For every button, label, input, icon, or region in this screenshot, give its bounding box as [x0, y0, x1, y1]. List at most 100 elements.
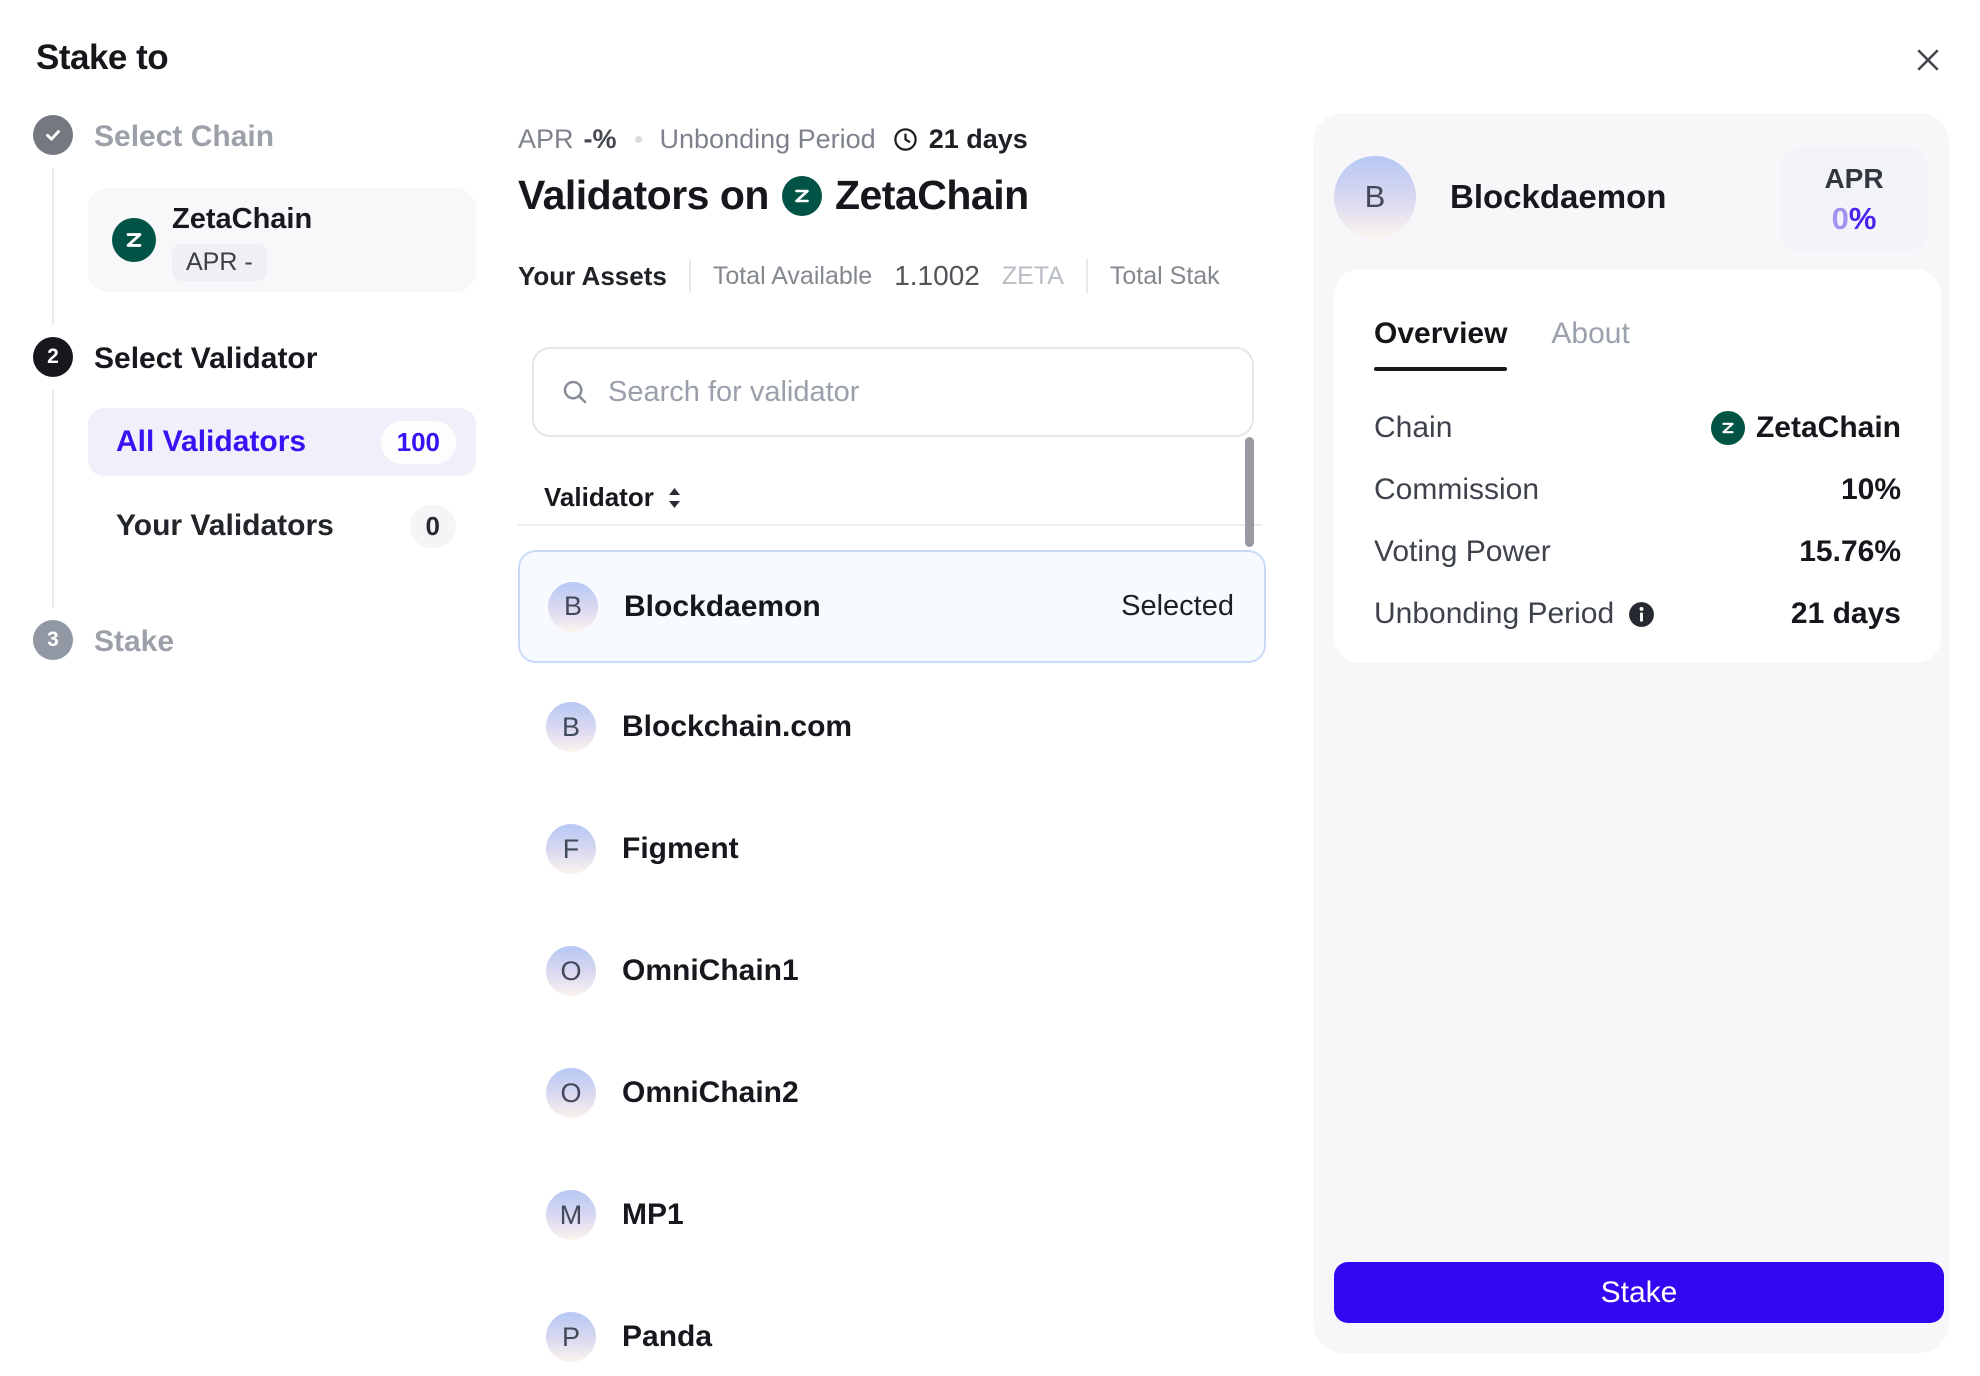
- validator-name: Blockchain.com: [622, 710, 852, 744]
- search-input[interactable]: [608, 349, 1252, 435]
- apr-box-label: APR: [1824, 163, 1883, 195]
- validator-search: [532, 347, 1254, 437]
- tab-overview[interactable]: Overview: [1374, 317, 1507, 371]
- step1-indicator: [33, 115, 73, 155]
- step2-indicator: 2: [33, 337, 73, 377]
- apr-box: APR 0%: [1781, 147, 1927, 252]
- detail-rows: Chain ZetaChain Commission 10% Voting Po…: [1374, 397, 1901, 645]
- validator-row-omnichain1[interactable]: O OmniChain1: [518, 910, 1266, 1032]
- commission-value: 10%: [1841, 473, 1901, 507]
- tab-overview-label: Overview: [1374, 317, 1507, 350]
- validator-row-figment[interactable]: F Figment: [518, 788, 1266, 910]
- all-validators-count-badge: 100: [381, 421, 456, 464]
- chain-label: Chain: [1374, 411, 1452, 445]
- unbonding-meta-label: Unbonding Period: [660, 124, 876, 155]
- validator-name: OmniChain2: [622, 1076, 799, 1110]
- close-icon: [1911, 43, 1945, 77]
- sidebar-item-all-validators[interactable]: All Validators 100: [88, 408, 476, 476]
- details-header: B Blockdaemon: [1334, 156, 1799, 238]
- validator-name: Figment: [622, 832, 739, 866]
- validator-sort-header[interactable]: Validator: [544, 482, 683, 513]
- step3-label: Stake: [94, 625, 174, 659]
- page-title: Stake to: [36, 38, 168, 78]
- your-validators-label: Your Validators: [116, 509, 334, 543]
- validator-name: MP1: [622, 1198, 684, 1232]
- sidebar-item-your-validators[interactable]: Your Validators 0: [88, 492, 476, 560]
- validator-name: OmniChain1: [622, 954, 799, 988]
- overview-card: Overview About Chain ZetaChain Commissio…: [1334, 269, 1941, 663]
- total-available-value: 1.1002: [894, 260, 980, 292]
- validator-row-blockdaemon[interactable]: B Blockdaemon Selected: [518, 550, 1266, 663]
- voting-power-label: Voting Power: [1374, 535, 1551, 569]
- avatar: B: [546, 702, 596, 752]
- details-validator-name: Blockdaemon: [1450, 178, 1666, 216]
- divider: [1086, 259, 1088, 293]
- apr-percent-sign: %: [1849, 201, 1877, 236]
- selected-chain-card[interactable]: ZetaChain APR -: [88, 188, 476, 292]
- validator-name: Blockdaemon: [624, 590, 821, 624]
- chain-value: ZetaChain: [1711, 411, 1901, 445]
- zetachain-icon: [1711, 411, 1745, 445]
- dot-separator: [635, 136, 642, 143]
- total-available-unit: ZETA: [1002, 262, 1064, 291]
- close-button[interactable]: [1898, 30, 1958, 90]
- tab-about[interactable]: About: [1551, 317, 1629, 371]
- active-tab-underline: [1374, 367, 1507, 371]
- all-validators-label: All Validators: [116, 425, 306, 459]
- avatar: O: [546, 1068, 596, 1118]
- sort-icon: [666, 485, 683, 511]
- total-staked-label: Total Stak: [1110, 262, 1220, 291]
- validator-column-label: Validator: [544, 482, 654, 513]
- your-assets-label: Your Assets: [518, 261, 667, 292]
- details-tabs: Overview About: [1374, 317, 1630, 371]
- unbonding-label-text: Unbonding Period: [1374, 597, 1614, 631]
- validator-row-mp1[interactable]: M MP1: [518, 1154, 1266, 1276]
- heading-chain: ZetaChain: [835, 172, 1029, 219]
- avatar: M: [546, 1190, 596, 1240]
- divider: [689, 259, 691, 293]
- step3-indicator: 3: [33, 620, 73, 660]
- zetachain-icon: [782, 176, 822, 216]
- avatar: B: [1334, 156, 1416, 238]
- avatar: F: [546, 824, 596, 874]
- validator-name: Panda: [622, 1320, 712, 1354]
- step2-label: Select Validator: [94, 342, 317, 376]
- divider: [518, 524, 1262, 526]
- avatar: O: [546, 946, 596, 996]
- assets-summary-row: Your Assets Total Available 1.1002 ZETA …: [518, 256, 1267, 296]
- detail-row-voting-power: Voting Power 15.76%: [1374, 521, 1901, 583]
- chain-apr-pill: APR -: [172, 244, 267, 281]
- apr-digit: 0: [1832, 201, 1849, 236]
- step2-number: 2: [47, 345, 59, 369]
- search-icon: [560, 377, 590, 407]
- your-validators-count-badge: 0: [410, 505, 456, 548]
- stake-button[interactable]: Stake: [1334, 1262, 1944, 1323]
- heading-prefix: Validators on: [518, 172, 769, 219]
- step1-label: Select Chain: [94, 120, 274, 154]
- tab-about-label: About: [1551, 317, 1629, 350]
- detail-row-unbonding: Unbonding Period 21 days: [1374, 583, 1901, 645]
- chain-meta-row: APR -% Unbonding Period 21 days: [518, 121, 1028, 157]
- check-icon: [42, 124, 64, 146]
- validator-row-panda[interactable]: P Panda: [518, 1276, 1266, 1376]
- info-icon[interactable]: [1627, 600, 1656, 629]
- apr-box-value: 0%: [1832, 201, 1877, 237]
- step3-number: 3: [47, 628, 59, 652]
- detail-row-commission: Commission 10%: [1374, 459, 1901, 521]
- chain-value-text: ZetaChain: [1756, 411, 1901, 445]
- validator-row-blockchain-com[interactable]: B Blockchain.com: [518, 666, 1266, 788]
- step-connector: [52, 390, 54, 608]
- validator-row-omnichain2[interactable]: O OmniChain2: [518, 1032, 1266, 1154]
- validator-list-section: APR -% Unbonding Period 21 days Validato…: [518, 0, 1267, 1376]
- unbonding-meta-value: 21 days: [929, 124, 1028, 155]
- apr-meta-label: APR: [518, 124, 574, 155]
- zetachain-icon: [112, 218, 156, 262]
- selected-badge: Selected: [1121, 590, 1234, 623]
- step-connector: [52, 168, 54, 324]
- unbonding-value: 21 days: [1791, 597, 1901, 631]
- avatar: B: [548, 582, 598, 632]
- apr-meta-value: -%: [584, 124, 617, 155]
- validator-details-panel: B Blockdaemon APR 0% Overview About Chai…: [1313, 113, 1949, 1353]
- unbonding-label: Unbonding Period: [1374, 597, 1656, 631]
- list-scrollbar[interactable]: [1245, 437, 1254, 547]
